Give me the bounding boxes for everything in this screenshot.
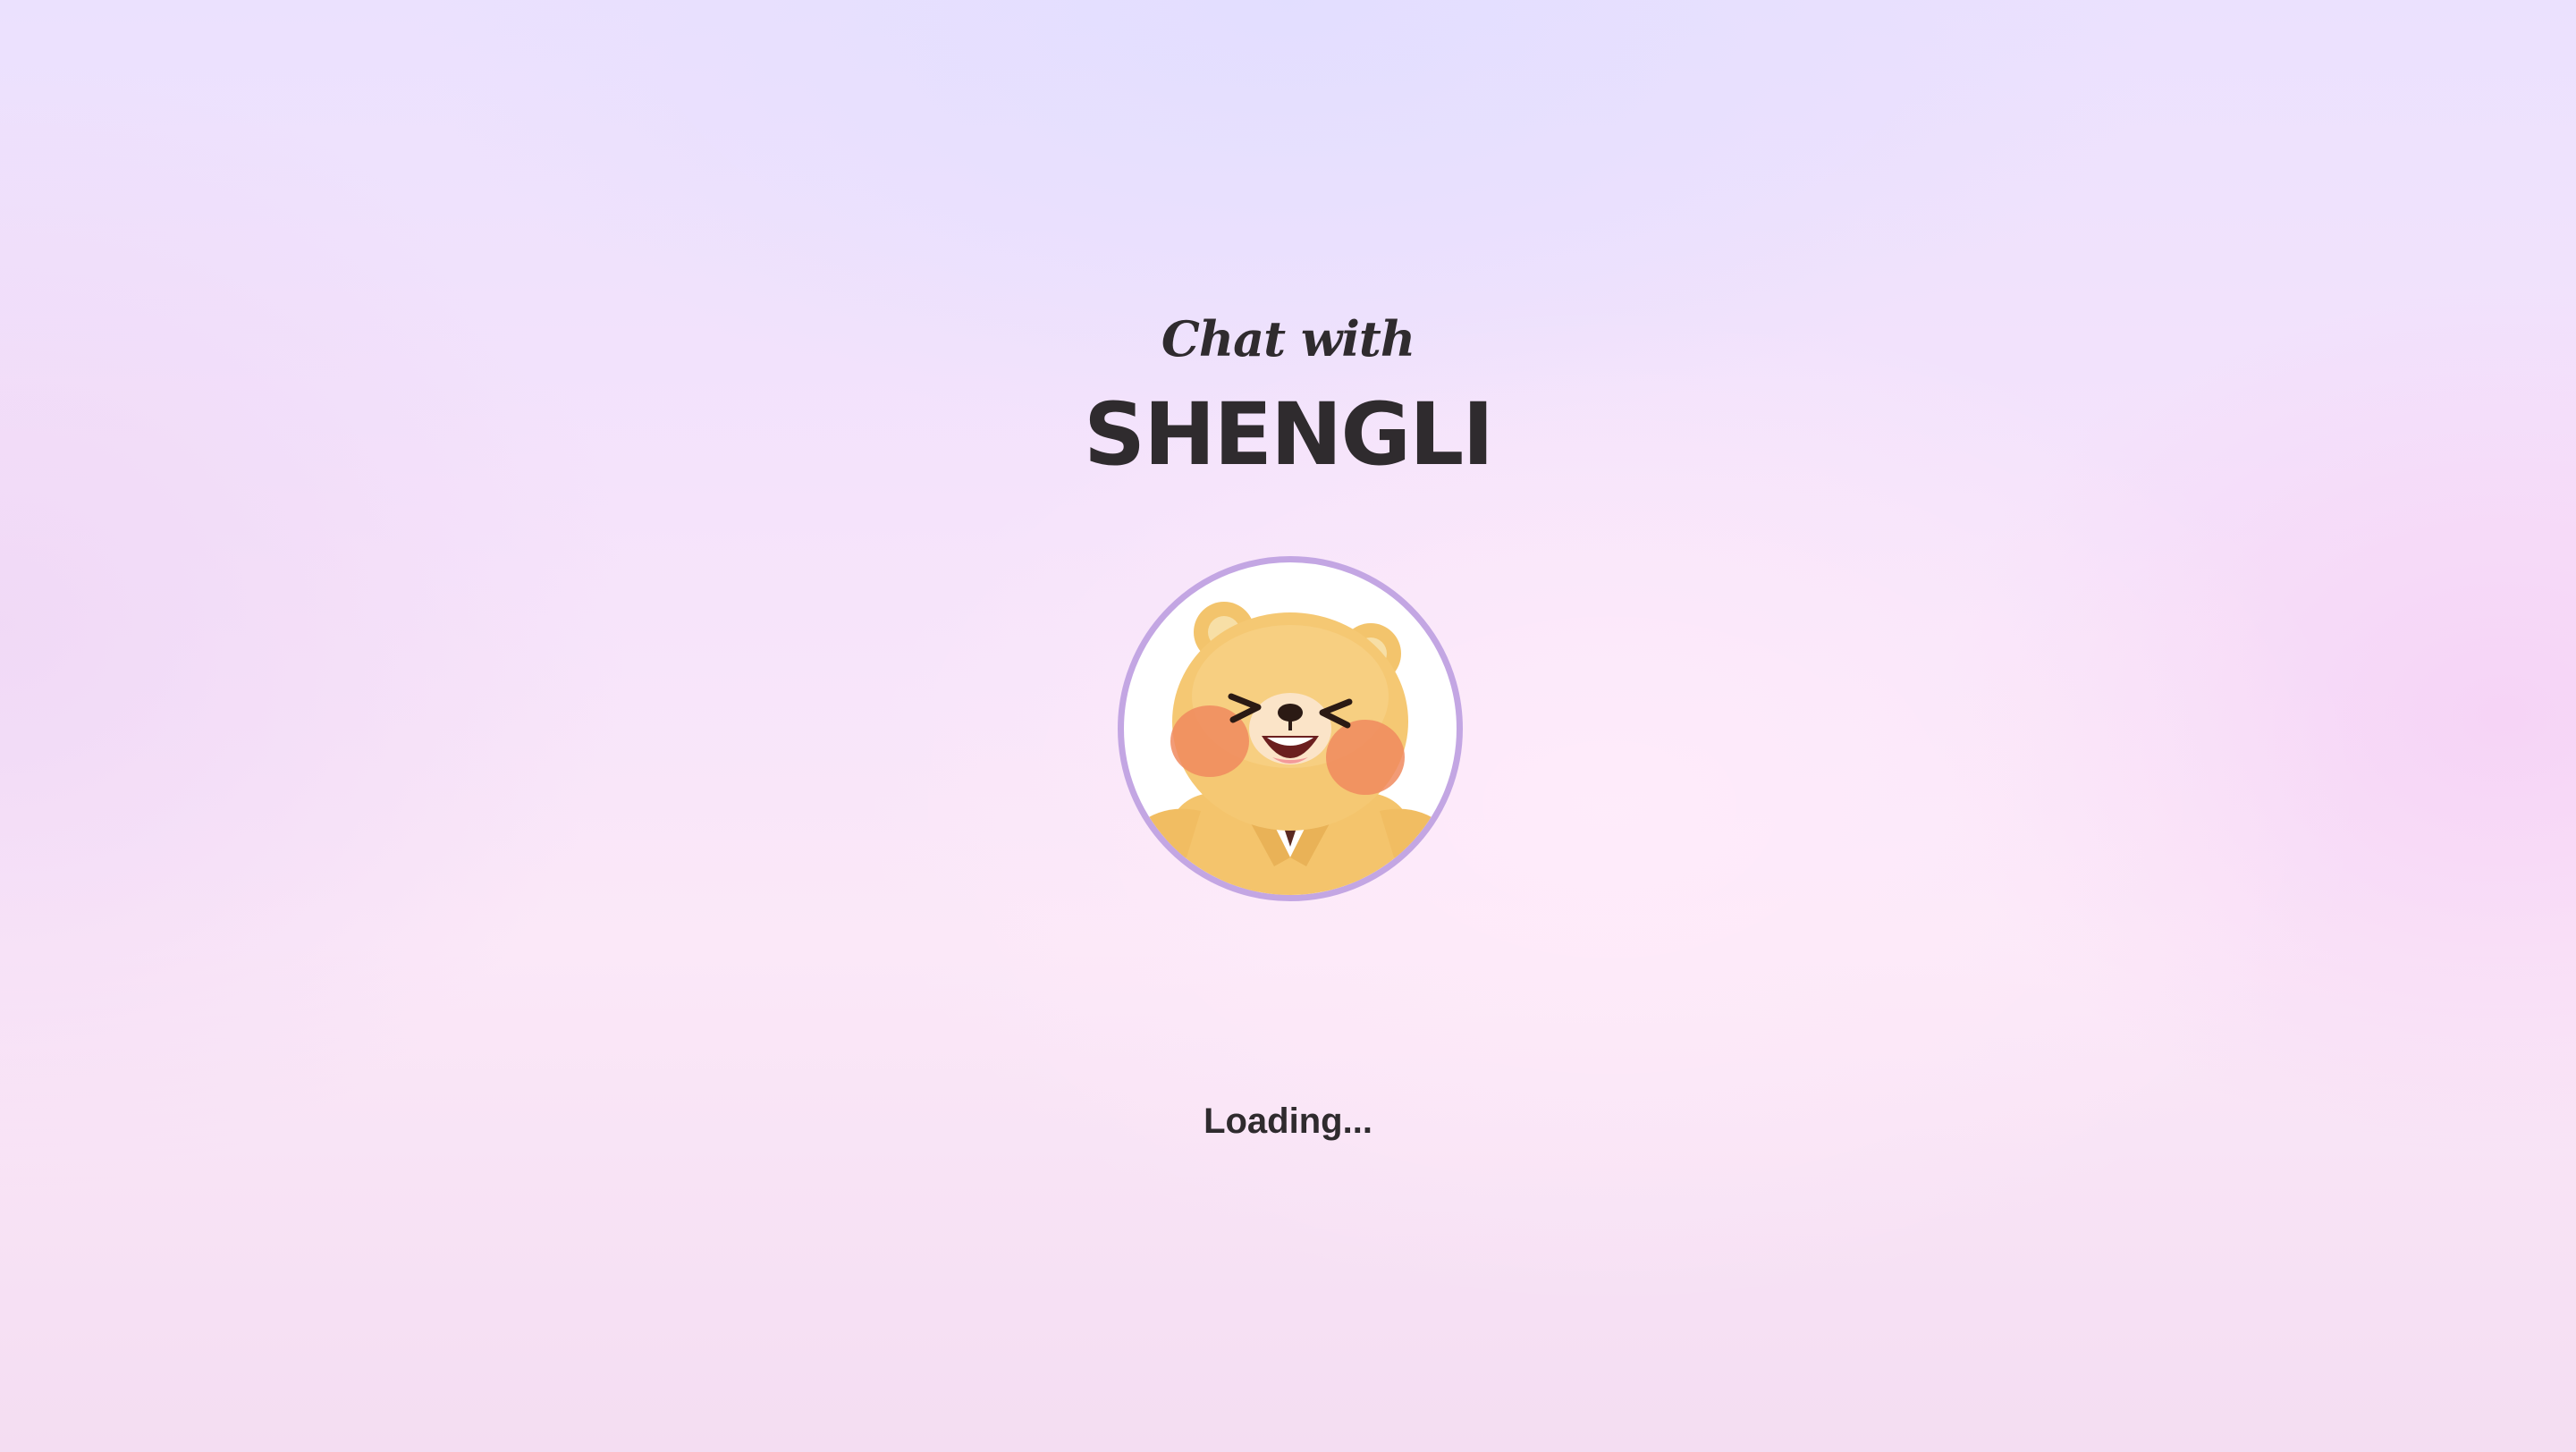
loading-status: Loading... xyxy=(1204,1102,1372,1141)
bear-mascot-icon xyxy=(1131,602,1449,895)
bot-name-title: SHENGLI xyxy=(1083,384,1494,485)
bot-avatar xyxy=(1118,556,1463,901)
chat-with-subtitle: Chat with xyxy=(1161,310,1415,367)
